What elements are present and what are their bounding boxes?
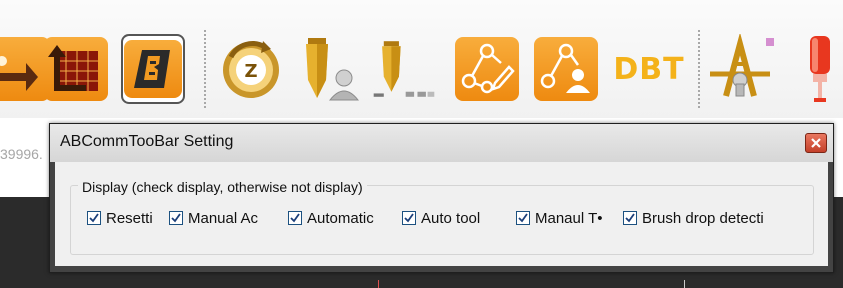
close-icon (811, 138, 821, 148)
checkbox-label: Automatic (307, 209, 374, 227)
dialog-titlebar[interactable]: ABCommTooBar Setting (50, 124, 833, 162)
checkbox-label: Resetti (106, 209, 153, 227)
z-return-button[interactable]: Z (219, 34, 283, 104)
toolpath-icon (0, 37, 50, 101)
toolbar-separator (698, 30, 700, 108)
canvas-marker (378, 280, 379, 288)
checkbox-box[interactable] (169, 211, 183, 225)
checkbox-box[interactable] (402, 211, 416, 225)
pen-level-button[interactable] (372, 34, 436, 104)
toolbar-separator (204, 30, 206, 108)
network-user-icon (534, 37, 598, 101)
toolbar: Z DBT (0, 0, 843, 118)
height-touch-button[interactable] (704, 34, 778, 104)
checkmark-icon (518, 213, 528, 223)
dbt-icon: DBT (613, 51, 685, 87)
close-button[interactable] (805, 133, 827, 153)
light-tower-button[interactable] (800, 34, 840, 104)
checkbox-box[interactable] (288, 211, 302, 225)
grid-arrow-icon (44, 37, 108, 101)
checkbox-manual-tool[interactable]: Manaul T• (516, 209, 614, 227)
checkbox-manual[interactable]: Manual Ac (169, 209, 275, 227)
canvas-marker (684, 280, 685, 288)
settings-dialog: ABCommTooBar Setting Display (check disp… (49, 123, 834, 273)
checkbox-brush-drop[interactable]: Brush drop detecti (623, 209, 793, 227)
b-button[interactable] (121, 34, 185, 104)
dialog-title: ABCommTooBar Setting (60, 133, 234, 150)
checkmark-icon (290, 213, 300, 223)
checkmark-icon (625, 213, 635, 223)
checkbox-label: Auto tool (421, 209, 481, 227)
checkbox-box[interactable] (516, 211, 530, 225)
network-edit-button[interactable] (455, 34, 519, 104)
z-return-icon: Z (223, 41, 279, 98)
checkbox-automatic[interactable]: Automatic (288, 209, 390, 227)
status-text: 39996. (0, 146, 43, 162)
group-label: Display (check display, otherwise not di… (78, 179, 367, 195)
checkmark-icon (89, 213, 99, 223)
network-edit-icon (455, 37, 519, 101)
pen-user-icon (306, 38, 360, 101)
dbt-button[interactable]: DBT (613, 34, 685, 104)
checkbox-label: Manaul T• (535, 209, 603, 227)
pen-level-icon (373, 41, 435, 97)
checkbox-box[interactable] (623, 211, 637, 225)
pen-user-button[interactable] (298, 34, 362, 104)
network-user-button[interactable] (534, 34, 598, 104)
dialog-body: Display (check display, otherwise not di… (55, 162, 828, 266)
grid-arrow-button[interactable] (44, 34, 108, 104)
b-icon (124, 40, 182, 98)
checkbox-box[interactable] (87, 211, 101, 225)
height-touch-icon (710, 34, 774, 97)
toolpath-button[interactable] (0, 34, 50, 104)
checkmark-icon (171, 213, 181, 223)
checkbox-auto-tool[interactable]: Auto tool (402, 209, 502, 227)
checkmark-icon (404, 213, 414, 223)
light-tower-icon (810, 36, 830, 102)
checkbox-reset[interactable]: Resetti (87, 209, 165, 227)
checkbox-label: Brush drop detecti (642, 209, 764, 227)
checkbox-label: Manual Ac (188, 209, 259, 227)
svg-text:Z: Z (244, 61, 257, 82)
